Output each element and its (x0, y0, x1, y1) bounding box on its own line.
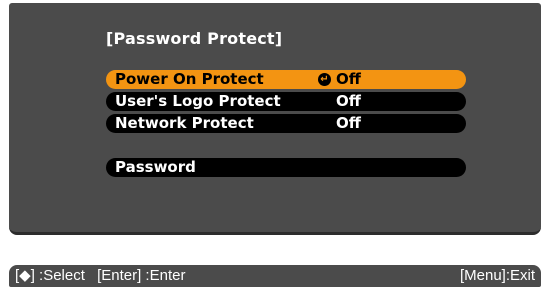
password-row[interactable]: Password (106, 158, 466, 177)
menu-title: [Password Protect] (106, 29, 283, 48)
users-logo-protect-value: Off (336, 92, 361, 110)
power-on-protect-label: Power On Protect (115, 70, 264, 88)
users-logo-protect-row[interactable]: User's Logo Protect Off (106, 92, 466, 111)
network-protect-value: Off (336, 114, 361, 132)
enter-return-icon: ↵ (318, 73, 331, 86)
password-protect-panel: [Password Protect] Power On Protect ↵ Of… (9, 3, 541, 235)
key-help-bar: [◆] :Select [Enter] :Enter [Menu]:Exit (9, 265, 541, 287)
users-logo-protect-label: User's Logo Protect (115, 92, 281, 110)
key-help-left: [◆] :Select [Enter] :Enter (15, 265, 193, 287)
network-protect-row[interactable]: Network Protect Off (106, 114, 466, 133)
select-hint: [◆] :Select (15, 267, 85, 284)
network-protect-label: Network Protect (115, 114, 254, 132)
power-on-protect-value: Off (336, 70, 361, 88)
power-on-protect-row[interactable]: Power On Protect ↵ Off (106, 70, 466, 89)
password-label: Password (115, 158, 196, 176)
enter-hint: [Enter] :Enter (97, 267, 186, 284)
exit-hint: [Menu]:Exit (459, 267, 535, 284)
